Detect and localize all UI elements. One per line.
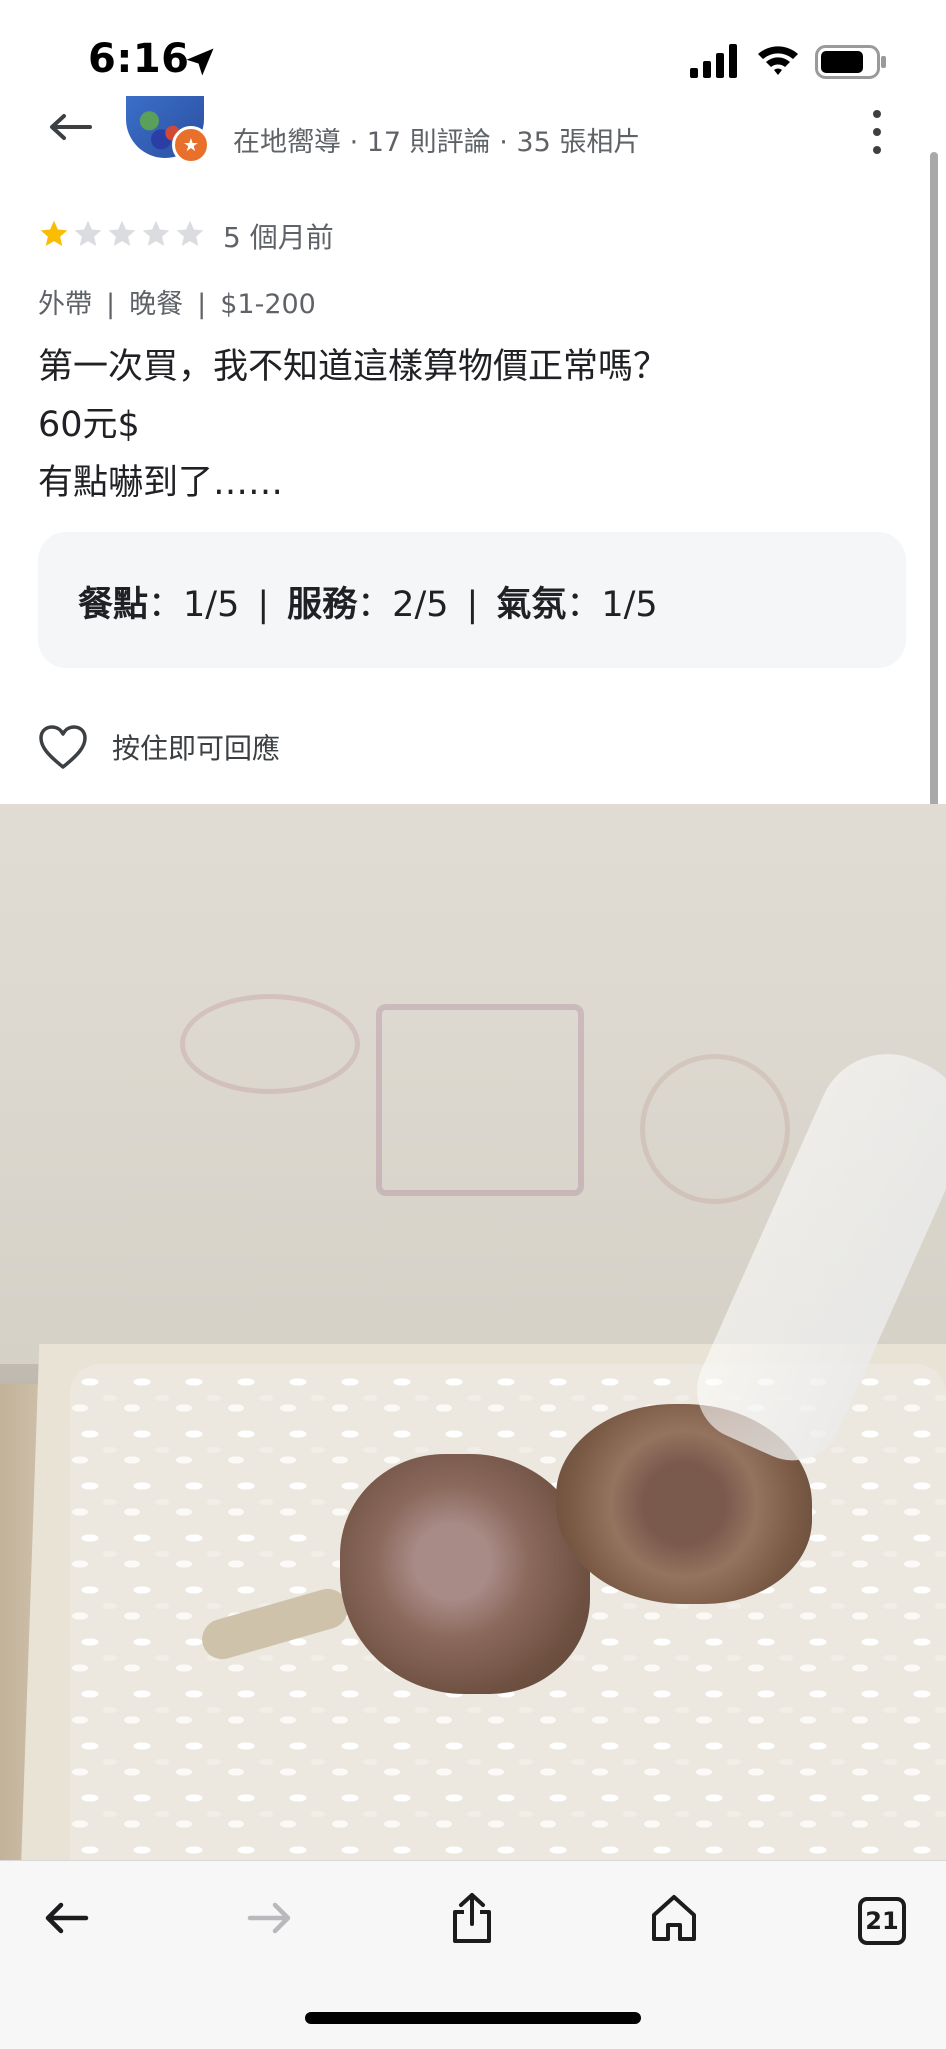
review-line: 有點嚇到了…… (38, 463, 284, 503)
more-vert-icon (873, 110, 881, 118)
photo-lid-print (180, 994, 360, 1094)
review-line: 60元$ (38, 405, 140, 445)
service-rating-label: 服務 (287, 585, 358, 625)
home-indicator[interactable] (305, 2012, 641, 2024)
browser-forward-button[interactable] (230, 1883, 310, 1953)
tag-separator: | (106, 289, 116, 320)
like-button[interactable]: 按住即可回應 (38, 722, 280, 772)
share-button[interactable] (432, 1883, 512, 1953)
cellular-signal-icon (690, 44, 737, 78)
star-empty-icon (74, 220, 102, 246)
review-body: 第一次買，我不知道這樣算物價正常嗎？ 60元$ 有點嚇到了…… (38, 338, 668, 512)
review-header: ★ 在地嚮導 · 17 則評論 · 35 張相片 (0, 96, 946, 166)
more-options-button[interactable] (862, 110, 892, 154)
sub-ratings-box: 餐點：1/5 | 服務：2/5 | 氣氛：1/5 (38, 532, 906, 668)
star-filled-icon (40, 220, 68, 246)
photo-lid-print (376, 1004, 584, 1196)
local-guide-badge-icon: ★ (172, 126, 210, 164)
review-line: 第一次買，我不知道這樣算物價正常嗎？ (38, 347, 669, 387)
rating-separator: | (466, 585, 479, 625)
sub-ratings: 餐點：1/5 | 服務：2/5 | 氣氛：1/5 (78, 576, 658, 627)
reviewer-meta: 在地嚮導 · 17 則評論 · 35 張相片 (233, 127, 641, 158)
back-arrow-icon (45, 1902, 89, 1934)
tabs-button[interactable]: 21 (838, 1883, 918, 1953)
review-photo[interactable] (0, 804, 946, 1860)
atmosphere-rating-label: 氣氛 (496, 585, 567, 625)
status-time: 6:16 (88, 36, 190, 82)
food-rating-value: ：1/5 (148, 585, 240, 625)
status-bar: 6:16 (0, 0, 946, 110)
home-icon (652, 1895, 696, 1941)
photo-meat (340, 1454, 590, 1694)
like-hint: 按住即可回應 (112, 732, 281, 765)
forward-arrow-icon (247, 1902, 291, 1934)
location-arrow-icon (186, 48, 214, 76)
tag-price: $1-200 (220, 289, 316, 320)
tabs-icon: 21 (858, 1897, 906, 1945)
wifi-icon (758, 46, 798, 75)
heart-icon (39, 725, 87, 769)
tag-separator: | (197, 289, 207, 320)
back-arrow-icon (50, 114, 92, 140)
rating-separator: | (257, 585, 270, 625)
browser-back-button[interactable] (26, 1883, 106, 1953)
star-empty-icon (142, 220, 170, 246)
tag-meal-type: 晚餐 (129, 289, 184, 320)
photo-lid-print (640, 1054, 790, 1204)
atmosphere-rating-value: ：1/5 (566, 585, 658, 625)
review-tags: 外帶 | 晚餐 | $1-200 (38, 282, 316, 321)
back-button[interactable] (42, 104, 98, 150)
more-vert-dot (873, 128, 881, 136)
star-empty-icon (176, 220, 204, 246)
share-icon (453, 1893, 491, 1943)
star-empty-icon (108, 220, 136, 246)
battery-icon (815, 45, 886, 79)
food-rating-label: 餐點 (78, 585, 149, 625)
star-rating (38, 218, 206, 250)
review-time: 5 個月前 (223, 221, 334, 254)
more-vert-dot (873, 146, 881, 154)
tag-service-type: 外帶 (38, 289, 92, 320)
home-button[interactable] (634, 1883, 714, 1953)
service-rating-value: ：2/5 (357, 585, 449, 625)
